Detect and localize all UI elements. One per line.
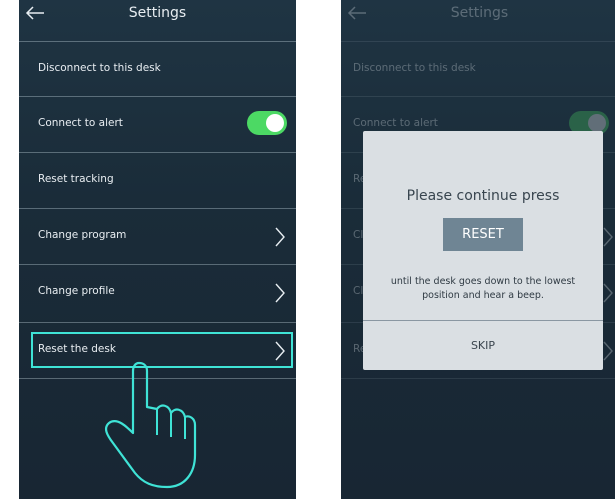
chevron-right-icon — [603, 227, 613, 247]
toggle-knob — [588, 114, 606, 132]
chevron-right-icon — [275, 283, 285, 303]
chevron-right-icon — [603, 283, 613, 303]
row-label: Cl — [353, 229, 364, 241]
row-change-program[interactable]: Change program — [19, 208, 296, 264]
row-label: Disconnect to this desk — [38, 62, 161, 74]
settings-screen-left: Settings Disconnect to this desk Connect… — [19, 0, 296, 499]
row-divider — [341, 378, 615, 379]
row-label: Connect to alert — [38, 117, 123, 129]
row-disconnect[interactable]: Disconnect to this desk — [19, 41, 296, 97]
row-label: Cl — [353, 285, 364, 297]
tap-hand-icon — [104, 361, 197, 489]
page-title: Settings — [128, 5, 187, 21]
row-label: Connect to alert — [353, 117, 438, 129]
page-title: Settings — [450, 5, 509, 21]
toggle-knob — [266, 114, 284, 132]
row-connect-alert: Connect to alert — [19, 96, 296, 152]
dialog-message: until the desk goes down to the lowest p… — [390, 276, 576, 301]
row-reset-tracking[interactable]: Reset tracking — [19, 152, 296, 208]
reset-button[interactable]: RESET — [443, 218, 523, 251]
dialog-title: Please continue press — [406, 188, 560, 204]
alert-toggle[interactable] — [247, 111, 287, 135]
header: Settings — [19, 0, 296, 34]
dialog-divider — [363, 320, 603, 321]
row-label: Disconnect to this desk — [353, 62, 476, 74]
row-label: Change profile — [38, 285, 115, 297]
skip-button[interactable]: SKIP — [363, 339, 603, 352]
row-label: Reset tracking — [38, 173, 114, 185]
settings-screen-right: Settings Disconnect to this desk Connect… — [341, 0, 615, 499]
row-disconnect[interactable]: Disconnect to this desk — [341, 41, 615, 97]
row-label: Change program — [38, 229, 127, 241]
reset-dialog: Please continue press RESET until the de… — [363, 131, 603, 370]
header: Settings — [341, 0, 615, 34]
chevron-right-icon — [603, 341, 613, 361]
chevron-right-icon — [275, 227, 285, 247]
row-change-profile[interactable]: Change profile — [19, 264, 296, 320]
